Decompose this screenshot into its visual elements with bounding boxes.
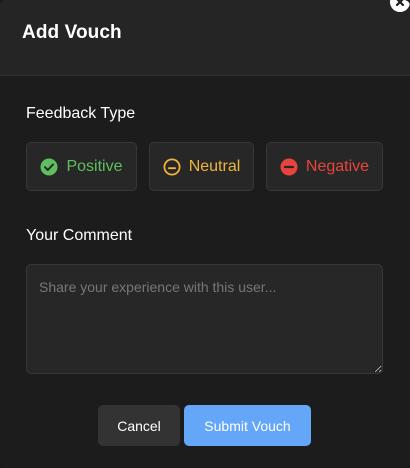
feedback-type-label: Feedback Type [26, 105, 136, 122]
close-icon [395, 0, 405, 7]
comment-input[interactable] [26, 264, 383, 374]
feedback-option-label: Negative [305, 157, 370, 175]
comment-label: Your Comment [26, 227, 133, 244]
modal-title: Add Vouch [22, 22, 122, 43]
modal-header: Add Vouch [0, 0, 410, 76]
submit-vouch-button[interactable]: Submit Vouch [184, 405, 311, 446]
feedback-option-label: Neutral [188, 157, 241, 175]
feedback-option-label: Positive [66, 157, 123, 175]
check-circle-icon [40, 158, 58, 175]
neutral-face-icon [163, 158, 181, 175]
feedback-option-neutral[interactable]: Neutral [149, 142, 254, 191]
cancel-button[interactable]: Cancel [98, 405, 180, 446]
feedback-option-positive[interactable]: Positive [26, 142, 137, 191]
minus-circle-icon [280, 158, 298, 175]
feedback-option-negative[interactable]: Negative [266, 142, 383, 191]
add-vouch-modal: Add Vouch Feedback Type Positive Neutral… [0, 0, 410, 468]
